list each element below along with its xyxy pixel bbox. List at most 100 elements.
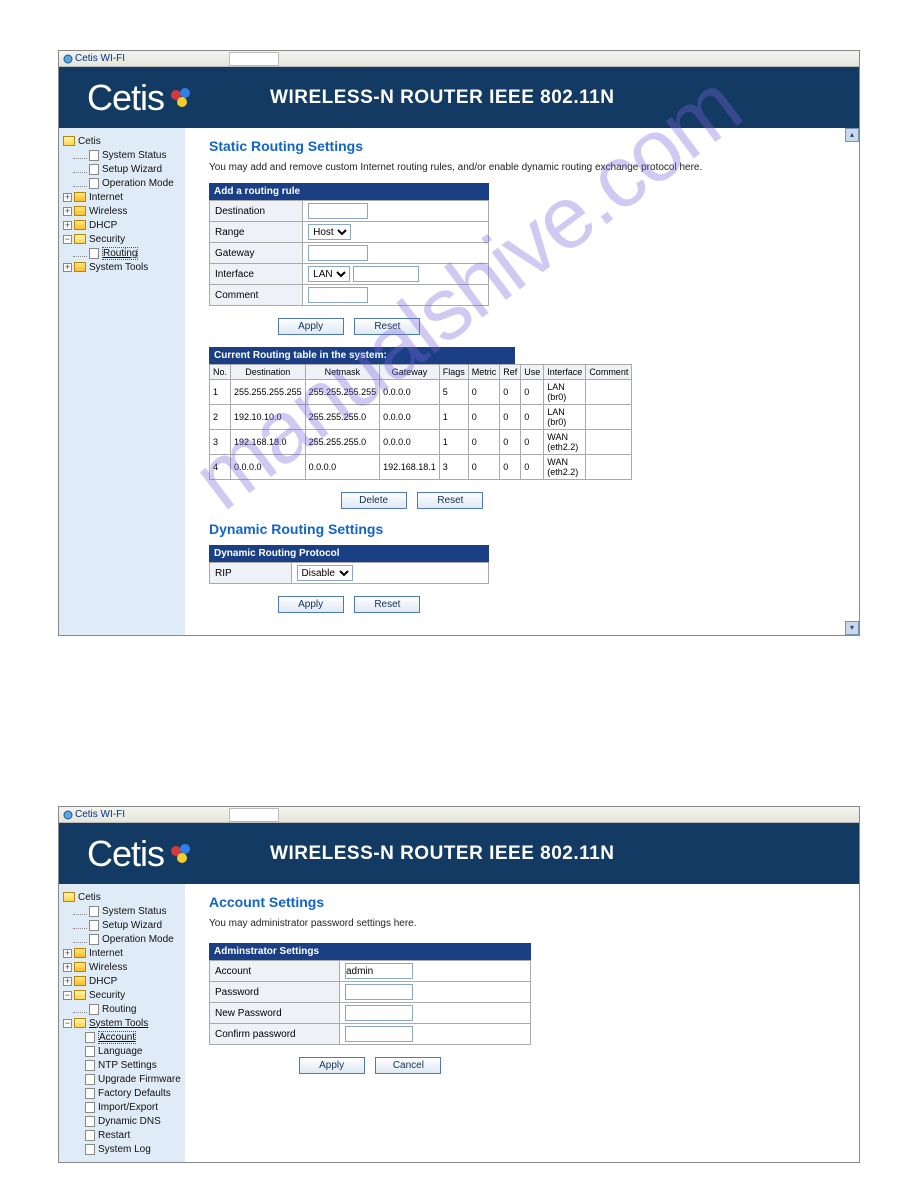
folder-icon — [74, 262, 86, 272]
tree-item-wireless[interactable]: +Wireless — [63, 204, 181, 218]
window-titlebar: Cetis WI-FI — [59, 51, 859, 67]
cancel-button[interactable]: Cancel — [375, 1057, 441, 1074]
tree-item-system-status[interactable]: System Status — [73, 148, 181, 162]
column-header: Flags — [439, 365, 468, 380]
tree-item-system-status[interactable]: System Status — [73, 904, 181, 918]
table-cell: 0 — [468, 405, 500, 430]
tree-item-setup-wizard[interactable]: Setup Wizard — [73, 162, 181, 176]
input-gateway[interactable] — [308, 245, 368, 261]
reset-button[interactable]: Reset — [354, 318, 420, 335]
delete-button[interactable]: Delete — [341, 492, 407, 509]
content-pane: ▴ Static Routing Settings You may add an… — [185, 128, 859, 635]
table-cell: 0.0.0.0 — [380, 430, 440, 455]
label-account: Account — [210, 961, 340, 982]
input-password[interactable] — [345, 984, 413, 1000]
tree-item-system-tools[interactable]: +System Tools — [63, 260, 181, 274]
reset-button[interactable]: Reset — [417, 492, 483, 509]
form-add-routing-rule: Destination RangeHost Gateway InterfaceL… — [209, 200, 489, 306]
table-cell: 0 — [500, 380, 521, 405]
globe-icon — [63, 810, 73, 820]
table-cell: 192.10.10.0 — [231, 405, 306, 430]
scroll-up-icon[interactable]: ▴ — [845, 128, 859, 142]
page-icon — [85, 1144, 95, 1155]
page-icon — [85, 1102, 95, 1113]
tree-item-security[interactable]: −Security — [63, 988, 181, 1002]
tree-item-ntp-settings[interactable]: NTP Settings — [85, 1058, 181, 1072]
page-icon — [85, 1046, 95, 1057]
select-range[interactable]: Host — [308, 224, 351, 240]
panel-header-current-routing: Current Routing table in the system: — [209, 347, 515, 364]
table-row[interactable]: 1255.255.255.255255.255.255.2550.0.0.050… — [210, 380, 632, 405]
tree-item-dhcp[interactable]: +DHCP — [63, 974, 181, 988]
table-cell: 1 — [210, 380, 231, 405]
apply-button[interactable]: Apply — [278, 596, 344, 613]
apply-button[interactable]: Apply — [278, 318, 344, 335]
tree-item-security[interactable]: −Security — [63, 232, 181, 246]
tree-item-dynamic-dns[interactable]: Dynamic DNS — [85, 1114, 181, 1128]
tree-item-upgrade-firmware[interactable]: Upgrade Firmware — [85, 1072, 181, 1086]
window-tab[interactable] — [229, 808, 279, 822]
column-header: Use — [521, 365, 544, 380]
tree-item-wireless[interactable]: +Wireless — [63, 960, 181, 974]
tree-item-system-tools[interactable]: −System Tools — [63, 1016, 181, 1030]
folder-icon — [63, 136, 75, 146]
table-cell: 5 — [439, 380, 468, 405]
select-interface[interactable]: LAN — [308, 266, 350, 282]
table-cell — [586, 430, 632, 455]
input-destination[interactable] — [308, 203, 368, 219]
tree-item-routing[interactable]: Routing — [73, 1002, 181, 1016]
reset-button[interactable]: Reset — [354, 596, 420, 613]
panel-header-dynamic-protocol: Dynamic Routing Protocol — [209, 545, 489, 562]
tree-root[interactable]: Cetis — [63, 134, 181, 148]
tree-item-internet[interactable]: +Internet — [63, 946, 181, 960]
select-rip[interactable]: Disable — [297, 565, 353, 581]
label-destination: Destination — [210, 201, 303, 222]
table-cell: 0.0.0.0 — [305, 455, 380, 480]
page-icon — [85, 1074, 95, 1085]
section-title-static: Static Routing Settings — [209, 138, 835, 154]
page-icon — [89, 164, 99, 175]
folder-icon — [74, 962, 86, 972]
tree-item-dhcp[interactable]: +DHCP — [63, 218, 181, 232]
input-confirm-password[interactable] — [345, 1026, 413, 1042]
input-comment[interactable] — [308, 287, 368, 303]
tree-item-restart[interactable]: Restart — [85, 1128, 181, 1142]
tree-item-operation-mode[interactable]: Operation Mode — [73, 932, 181, 946]
table-row[interactable]: 2192.10.10.0255.255.255.00.0.0.01000LAN … — [210, 405, 632, 430]
tree-item-factory-defaults[interactable]: Factory Defaults — [85, 1086, 181, 1100]
folder-icon — [63, 892, 75, 902]
label-new-password: New Password — [210, 1003, 340, 1024]
tree-item-setup-wizard[interactable]: Setup Wizard — [73, 918, 181, 932]
page-icon — [89, 248, 99, 259]
input-new-password[interactable] — [345, 1005, 413, 1021]
table-row[interactable]: 3192.168.18.0255.255.255.00.0.0.01000WAN… — [210, 430, 632, 455]
table-cell: 1 — [439, 430, 468, 455]
folder-icon — [74, 976, 86, 986]
folder-icon — [74, 948, 86, 958]
input-account[interactable] — [345, 963, 413, 979]
scroll-down-icon[interactable]: ▾ — [845, 621, 859, 635]
description: You may add and remove custom Internet r… — [209, 162, 835, 173]
column-header: No. — [210, 365, 231, 380]
window-title: Cetis WI-FI — [75, 809, 125, 820]
tree-item-routing[interactable]: Routing — [73, 246, 181, 260]
column-header: Gateway — [380, 365, 440, 380]
tree-item-system-log[interactable]: System Log — [85, 1142, 181, 1156]
form-admin-settings: Account Password New Password Confirm pa… — [209, 960, 531, 1045]
tree-item-internet[interactable]: +Internet — [63, 190, 181, 204]
tree-root[interactable]: Cetis — [63, 890, 181, 904]
logo-text: Cetis — [87, 833, 164, 875]
tree-item-operation-mode[interactable]: Operation Mode — [73, 176, 181, 190]
apply-button[interactable]: Apply — [299, 1057, 365, 1074]
table-row[interactable]: 40.0.0.00.0.0.0192.168.18.13000WAN (eth2… — [210, 455, 632, 480]
window-titlebar: Cetis WI-FI — [59, 807, 859, 823]
input-interface-extra[interactable] — [353, 266, 419, 282]
tree-item-import-export[interactable]: Import/Export — [85, 1100, 181, 1114]
sidebar: Cetis System Status Setup Wizard Operati… — [59, 884, 185, 1162]
content-pane: Account Settings You may administrator p… — [185, 884, 859, 1162]
column-header: Destination — [231, 365, 306, 380]
tree-item-account[interactable]: Account — [85, 1030, 181, 1044]
window-tab[interactable] — [229, 52, 279, 66]
page-icon — [85, 1060, 95, 1071]
tree-item-language[interactable]: Language — [85, 1044, 181, 1058]
